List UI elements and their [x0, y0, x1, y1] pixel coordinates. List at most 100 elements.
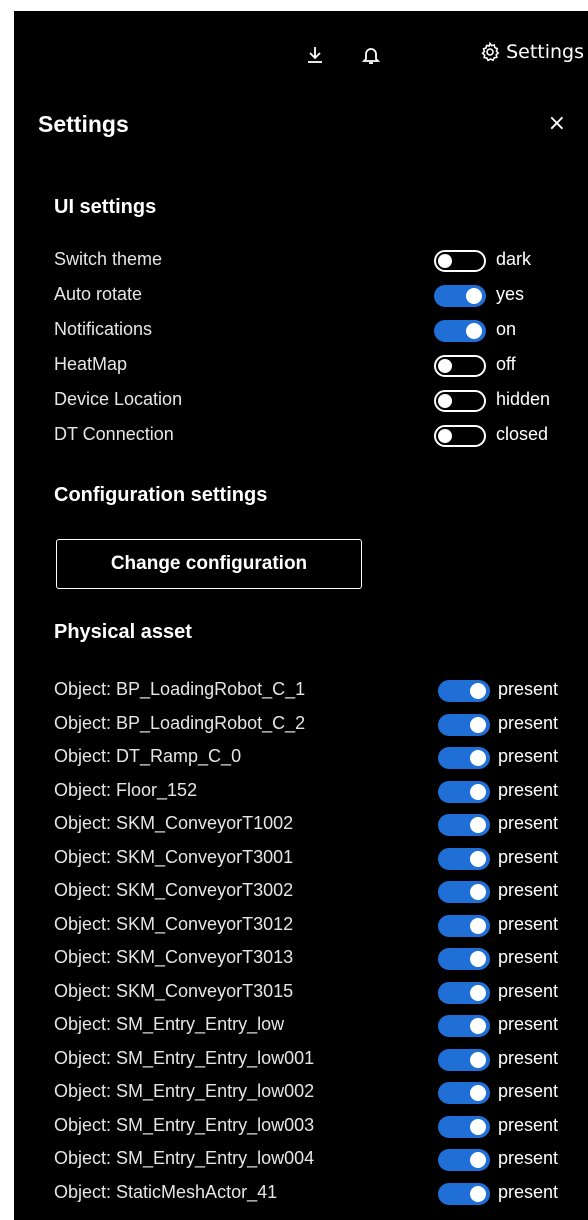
asset-row: Object: SM_Entry_Entry_low003 present: [54, 1113, 588, 1141]
row-label: Auto rotate: [54, 284, 143, 304]
asset-row: Object: SKM_ConveyorT3002 present: [54, 878, 588, 906]
row-label: Switch theme: [54, 249, 163, 269]
row-label: Object: SKM_ConveyorT3013: [54, 947, 294, 967]
ui-setting-row: Notifications on: [54, 317, 588, 345]
ui-setting-row: Switch theme dark: [54, 247, 588, 275]
ui-setting-row: Device Location hidden: [54, 387, 588, 415]
toggle-state-label: closed: [496, 424, 549, 444]
toggle-state-label: on: [496, 319, 517, 339]
asset-row: Object: SKM_ConveyorT1002 present: [54, 811, 588, 839]
toggle-state-label: off: [496, 354, 516, 374]
settings-panel: Settings Settings × UI settings Switch t…: [14, 11, 588, 1220]
toggle-switch[interactable]: [438, 1082, 490, 1104]
asset-row: Object: SKM_ConveyorT3015 present: [54, 979, 588, 1007]
toggle-switch[interactable]: [438, 881, 490, 903]
row-label: Object: BP_LoadingRobot_C_1: [54, 679, 306, 699]
row-label: Device Location: [54, 389, 183, 409]
asset-row: Object: SM_Entry_Entry_low004 present: [54, 1146, 588, 1174]
toggle-switch[interactable]: [438, 814, 490, 836]
toggle-state-label: present: [498, 712, 559, 733]
toggle-switch[interactable]: [438, 1048, 490, 1071]
row-label: HeatMap: [54, 354, 128, 374]
ui-setting-row: Auto rotate yes: [54, 282, 588, 310]
toggle-switch[interactable]: [434, 320, 486, 342]
asset-row: Object: SM_Entry_Entry_low present: [54, 1012, 588, 1040]
toggle-switch[interactable]: [438, 1115, 490, 1138]
ui-setting-row: DT Connection closed: [54, 422, 588, 450]
toggle-switch[interactable]: [438, 948, 490, 970]
panel-title: Settings: [38, 111, 129, 137]
toggle-switch[interactable]: [438, 1182, 490, 1205]
row-label: Object: SKM_ConveyorT3002: [54, 880, 294, 900]
toggle-state-label: present: [498, 779, 559, 800]
asset-row: Object: SKM_ConveyorT3001 present: [54, 845, 588, 873]
row-label: Object: SM_Entry_Entry_low004: [54, 1148, 315, 1168]
change-configuration-button[interactable]: Change configuration: [56, 539, 362, 589]
bell-icon[interactable]: [360, 44, 382, 66]
toggle-switch[interactable]: [434, 390, 486, 412]
asset-row: Object: DT_Ramp_C_0 present: [54, 744, 588, 772]
toggle-state-label: present: [498, 1014, 559, 1034]
asset-row: Object: SKM_ConveyorT3013 present: [54, 945, 588, 973]
toggle-state-label: present: [498, 679, 559, 699]
toggle-state-label: present: [498, 913, 559, 934]
toggle-switch[interactable]: [438, 780, 490, 803]
settings-button[interactable]: Settings: [480, 41, 584, 63]
toggle-state-label: present: [498, 1148, 559, 1168]
ui-settings-heading: UI settings: [54, 196, 157, 218]
asset-row: Object: SM_Entry_Entry_low001 present: [54, 1046, 588, 1074]
row-label: Notifications: [54, 319, 153, 339]
toggle-state-label: dark: [496, 249, 532, 269]
toggle-state-label: present: [498, 1181, 559, 1202]
toggle-switch[interactable]: [438, 680, 490, 702]
toggle-state-label: present: [498, 947, 559, 967]
configuration-settings-heading: Configuration settings: [54, 484, 268, 506]
toggle-state-label: present: [498, 846, 559, 867]
row-label: Object: DT_Ramp_C_0: [54, 746, 242, 766]
toggle-switch[interactable]: [434, 355, 486, 377]
toggle-switch[interactable]: [434, 250, 486, 272]
top-bar: Settings: [14, 35, 588, 75]
row-label: Object: SKM_ConveyorT3012: [54, 913, 294, 934]
row-label: DT Connection: [54, 424, 174, 444]
toggle-state-label: present: [498, 980, 559, 1001]
toggle-state-label: present: [498, 1047, 559, 1068]
toggle-state-label: present: [498, 880, 559, 900]
row-label: Object: SKM_ConveyorT1002: [54, 813, 294, 833]
row-label: Object: SM_Entry_Entry_low: [54, 1014, 285, 1034]
toggle-switch[interactable]: [434, 425, 486, 447]
toggle-switch[interactable]: [438, 914, 490, 937]
settings-label: Settings: [506, 41, 584, 63]
asset-row: Object: StaticMeshActor_41 present: [54, 1180, 588, 1208]
row-label: Object: SM_Entry_Entry_low003: [54, 1114, 315, 1135]
toggle-switch[interactable]: [438, 747, 490, 769]
row-label: Object: SM_Entry_Entry_low001: [54, 1047, 315, 1068]
row-label: Object: SKM_ConveyorT3001: [54, 846, 294, 867]
toggle-state-label: present: [498, 813, 559, 833]
toggle-switch[interactable]: [438, 1149, 490, 1171]
asset-row: Object: BP_LoadingRobot_C_1 present: [54, 677, 588, 705]
asset-row: Object: BP_LoadingRobot_C_2 present: [54, 711, 588, 739]
toggle-switch[interactable]: [434, 285, 486, 307]
asset-row: Object: SKM_ConveyorT3012 present: [54, 912, 588, 940]
asset-row: Object: SM_Entry_Entry_low002 present: [54, 1079, 588, 1107]
toggle-switch[interactable]: [438, 713, 490, 736]
asset-row: Object: Floor_152 present: [54, 778, 588, 806]
download-icon[interactable]: [304, 44, 326, 66]
toggle-state-label: present: [498, 1114, 559, 1135]
toggle-state-label: hidden: [496, 389, 551, 409]
physical-asset-heading: Physical asset: [54, 621, 192, 643]
toggle-state-label: present: [498, 1081, 559, 1101]
row-label: Object: SKM_ConveyorT3015: [54, 980, 294, 1001]
toggle-state-label: present: [498, 746, 559, 766]
ui-setting-row: HeatMap off: [54, 352, 588, 380]
toggle-switch[interactable]: [438, 981, 490, 1004]
row-label: Object: SM_Entry_Entry_low002: [54, 1081, 315, 1101]
row-label: Object: BP_LoadingRobot_C_2: [54, 712, 306, 733]
toggle-state-label: yes: [496, 284, 525, 304]
row-label: Object: StaticMeshActor_41: [54, 1181, 278, 1202]
toggle-switch[interactable]: [438, 1015, 490, 1037]
toggle-switch[interactable]: [438, 847, 490, 870]
close-icon[interactable]: ×: [548, 111, 566, 137]
gear-icon: [481, 42, 500, 62]
